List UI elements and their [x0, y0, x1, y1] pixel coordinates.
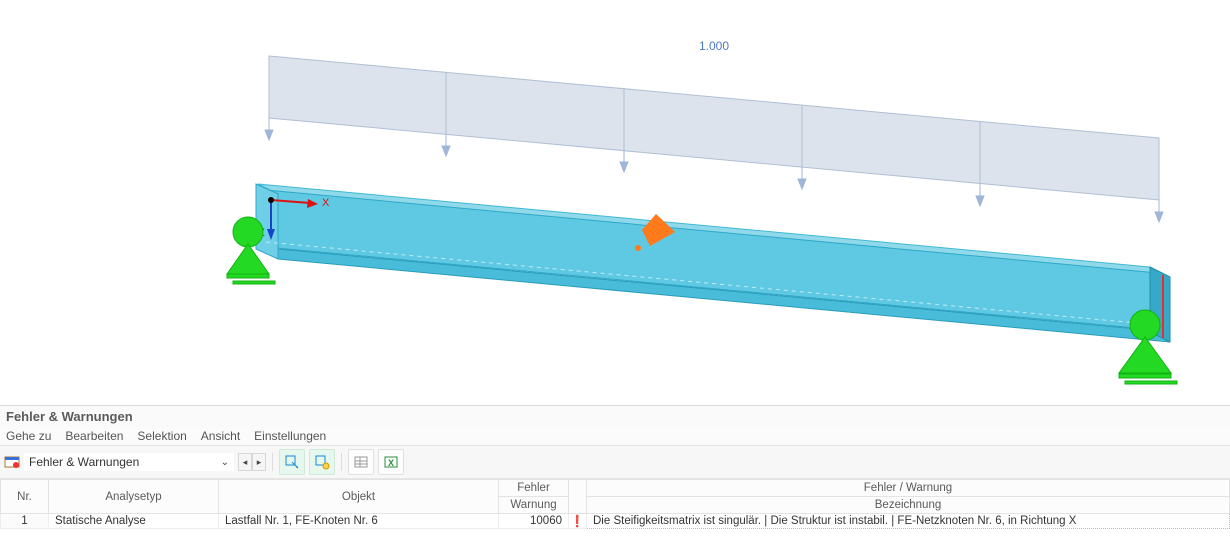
header-code-top: Fehler	[499, 480, 569, 497]
error-flag-icon: ❗	[569, 514, 587, 529]
header-object: Objekt	[219, 480, 499, 514]
nav-next-button[interactable]: ▸	[252, 453, 266, 471]
beam-member	[256, 184, 1170, 342]
nav-prev-button[interactable]: ◂	[238, 453, 252, 471]
table-row[interactable]: 1 Statische Analyse Lastfall Nr. 1, FE-K…	[1, 514, 1230, 529]
cell-atype: Statische Analyse	[49, 514, 219, 529]
cell-code: 10060	[499, 514, 569, 529]
menu-goto[interactable]: Gehe zu	[6, 429, 51, 443]
load-value-label: 1.000	[699, 39, 729, 53]
panel-title: Fehler & Warnungen	[0, 405, 1230, 427]
table-view-button[interactable]	[348, 449, 374, 475]
distributed-load: 1.000	[265, 39, 1163, 222]
cell-nr: 1	[1, 514, 49, 529]
svg-text:X: X	[388, 458, 394, 468]
menu-edit[interactable]: Bearbeiten	[65, 429, 123, 443]
axis-x-label: X	[322, 197, 330, 209]
menubar: Gehe zu Bearbeiten Selektion Ansicht Ein…	[0, 427, 1230, 446]
model-viewport[interactable]: 1.000 X Z	[0, 0, 1230, 405]
cell-object: Lastfall Nr. 1, FE-Knoten Nr. 6	[219, 514, 499, 529]
header-code-bottom: Warnung	[499, 497, 569, 514]
table-selector-label: Fehler & Warnungen	[29, 455, 139, 469]
header-atype: Analysetyp	[49, 480, 219, 514]
table-header: Nr. Analysetyp Objekt Fehler Fehler / Wa…	[1, 480, 1230, 514]
chevron-down-icon: ⌄	[221, 457, 229, 468]
menu-selection[interactable]: Selektion	[137, 429, 186, 443]
filter-selection-button[interactable]	[309, 449, 335, 475]
cell-description: Die Steifigkeitsmatrix ist singulär. | D…	[587, 514, 1230, 529]
select-in-model-button[interactable]	[279, 449, 305, 475]
errors-table: Nr. Analysetyp Objekt Fehler Fehler / Wa…	[0, 479, 1230, 529]
menu-view[interactable]: Ansicht	[201, 429, 240, 443]
panel-icon	[4, 454, 20, 470]
excel-export-button[interactable]: X	[378, 449, 404, 475]
menu-settings[interactable]: Einstellungen	[254, 429, 326, 443]
toolbar: Fehler & Warnungen ⌄ ◂ ▸ X	[0, 446, 1230, 479]
header-desc-bottom: Bezeichnung	[587, 497, 1230, 514]
header-desc-top: Fehler / Warnung	[587, 480, 1230, 497]
header-nr: Nr.	[1, 480, 49, 514]
table-selector-dropdown[interactable]: Fehler & Warnungen ⌄	[24, 453, 234, 471]
